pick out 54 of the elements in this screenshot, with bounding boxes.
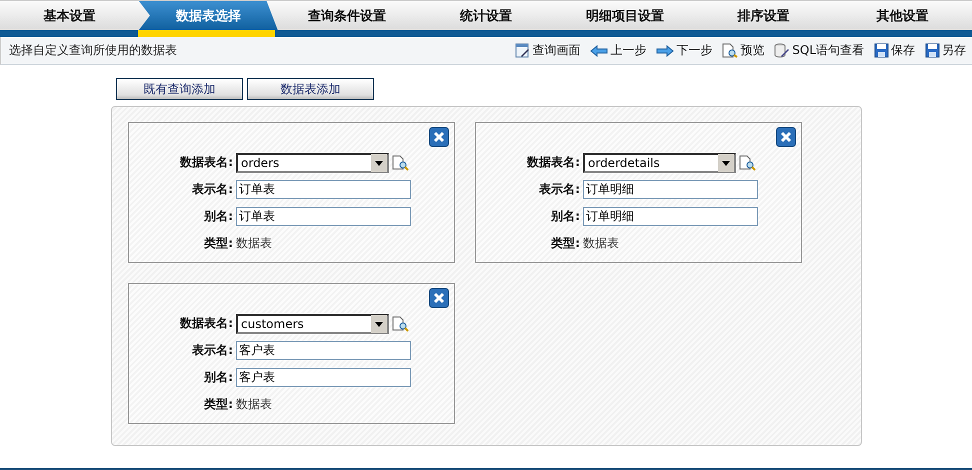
table-select[interactable]: orderdetails (583, 152, 736, 172)
type-value: 数据表 (583, 235, 619, 252)
page-description: 选择自定义查询所使用的数据表 (9, 42, 177, 59)
field-label: 数据表名: (178, 154, 234, 171)
input-field[interactable]: 订单明细 (583, 207, 758, 226)
preview-icon[interactable] (392, 154, 410, 170)
preview-icon[interactable] (739, 154, 757, 170)
input-field[interactable]: 客户表 (236, 341, 411, 360)
field-label: 数据表名: (178, 315, 234, 332)
input-field[interactable]: 订单表 (236, 180, 411, 199)
toolbar-button[interactable]: 查询画面 (515, 42, 580, 59)
database-edit-icon (774, 43, 790, 58)
tab[interactable]: 查询条件设置 (278, 1, 417, 30)
tab[interactable]: 统计设置 (416, 1, 556, 30)
field-label: 类型: (203, 235, 234, 252)
close-icon[interactable] (429, 127, 449, 147)
tab[interactable]: 明细项目设置 (555, 1, 694, 30)
close-icon[interactable] (776, 127, 796, 147)
toolbar-button[interactable]: 另存 (925, 42, 966, 59)
tab[interactable]: 其他设置 (833, 1, 972, 30)
input-field[interactable]: 订单表 (236, 207, 411, 226)
toolbar-button[interactable]: 上一步 (590, 42, 646, 59)
field-label: 类型: (550, 235, 581, 252)
tab[interactable]: 基本设置 (0, 1, 139, 30)
right-arrow-icon (656, 44, 674, 56)
field-label: 类型: (203, 396, 234, 413)
add-button[interactable]: 既有查询添加 (116, 78, 243, 100)
save-icon (925, 43, 940, 58)
tab[interactable]: 数据表选择 (138, 1, 278, 30)
toolbar-button[interactable]: SQL语句查看 (774, 42, 864, 59)
field-label: 表示名: (191, 342, 234, 359)
toolbar-button[interactable]: 预览 (722, 42, 764, 59)
table-select[interactable]: customers (236, 314, 389, 334)
tab[interactable]: 排序设置 (694, 1, 834, 30)
preview-icon (722, 43, 738, 58)
field-label: 表示名: (538, 181, 581, 198)
preview-icon[interactable] (392, 316, 410, 332)
field-label: 别名: (202, 369, 234, 386)
table-select[interactable]: orders (236, 152, 389, 172)
field-label: 别名: (550, 208, 581, 225)
toolbar-button[interactable]: 下一步 (656, 42, 712, 59)
type-value: 数据表 (236, 235, 272, 252)
field-label: 数据表名: (526, 154, 581, 171)
type-value: 数据表 (236, 396, 272, 413)
save-icon (874, 43, 889, 58)
field-label: 表示名: (191, 181, 234, 198)
input-field[interactable]: 订单明细 (583, 180, 758, 199)
left-arrow-icon (590, 44, 608, 56)
input-field[interactable]: 客户表 (236, 368, 411, 387)
toolbar-button[interactable]: 保存 (874, 42, 915, 59)
screen-edit-icon (515, 43, 530, 58)
close-icon[interactable] (429, 288, 449, 308)
field-label: 别名: (202, 208, 234, 225)
add-button[interactable]: 数据表添加 (247, 78, 374, 100)
